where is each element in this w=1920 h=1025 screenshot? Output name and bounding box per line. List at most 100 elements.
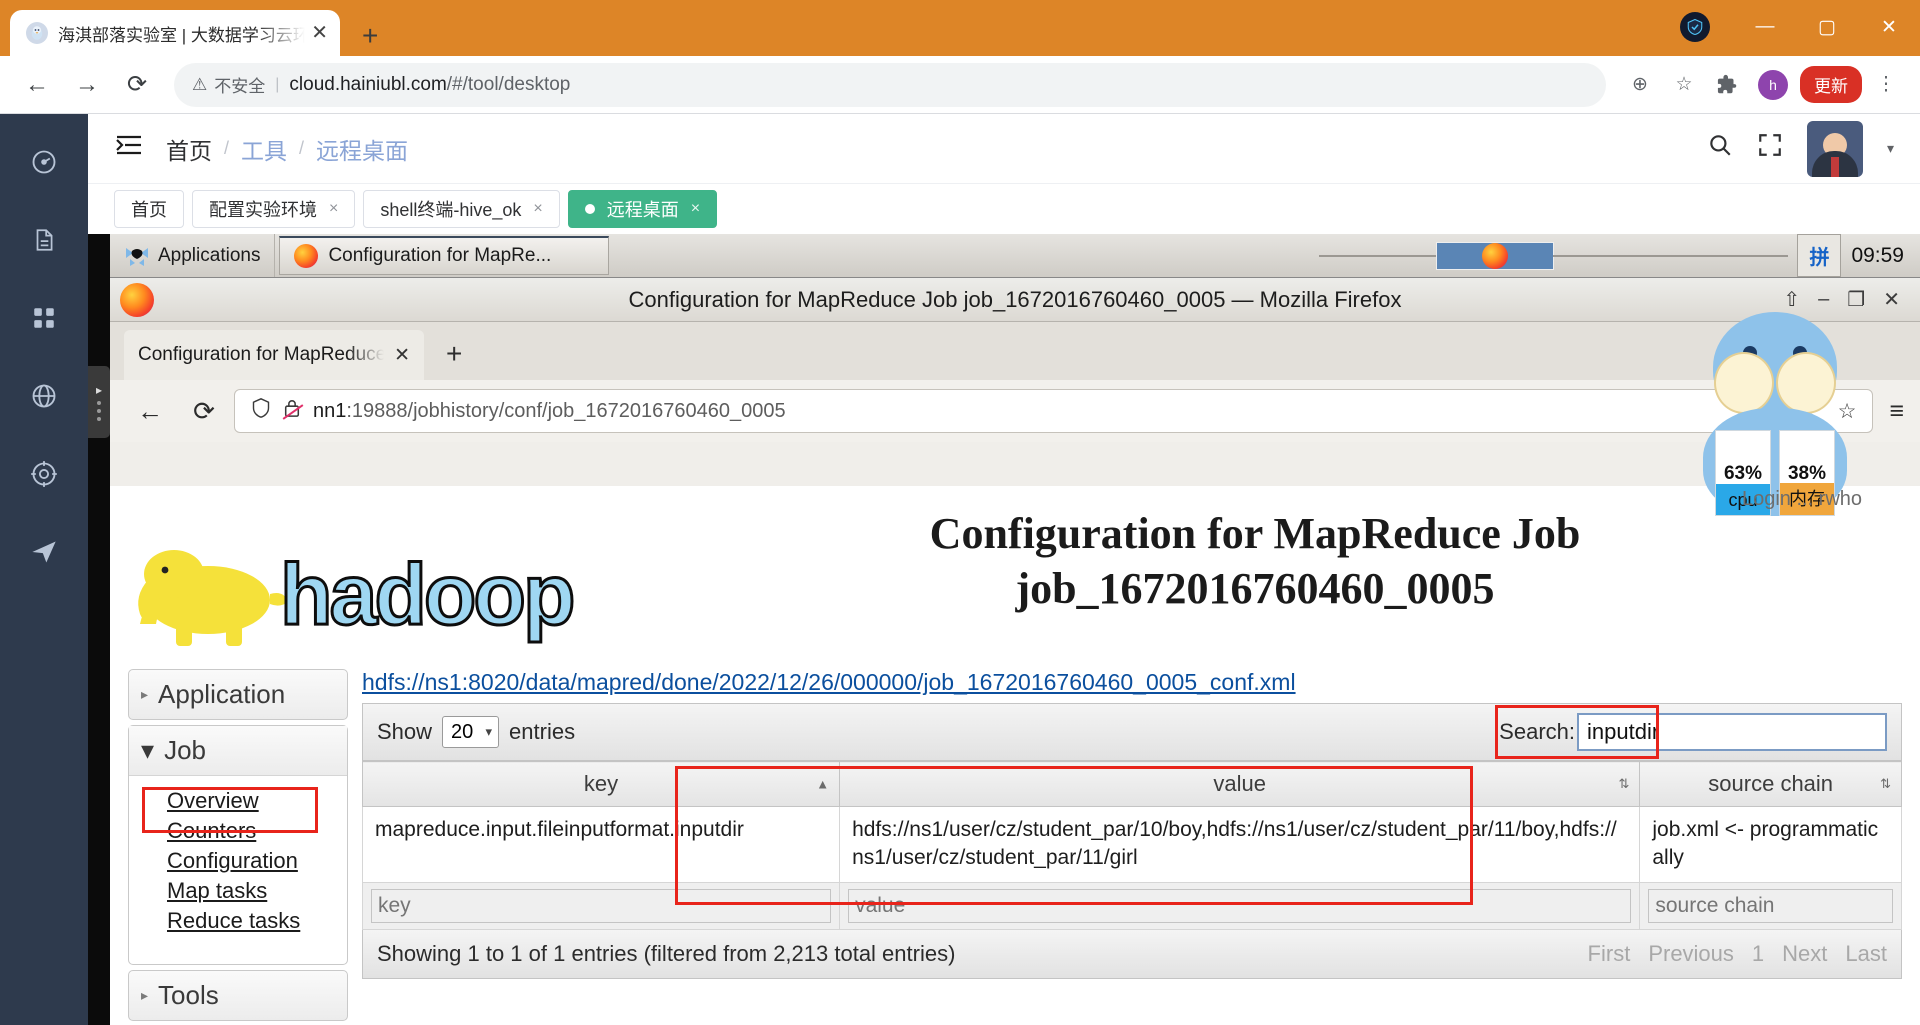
column-header-key[interactable]: key ▲ xyxy=(361,761,841,807)
search-icon[interactable] xyxy=(1707,132,1733,165)
avatar[interactable] xyxy=(1806,120,1863,177)
sidebar-item-send[interactable] xyxy=(22,530,66,574)
grip-dot xyxy=(97,401,101,405)
nav-link-counters[interactable]: Counters xyxy=(167,818,256,844)
breadcrumb-tools[interactable]: 工具 xyxy=(241,132,287,166)
shield-icon xyxy=(251,397,271,425)
pagination-page-1[interactable]: 1 xyxy=(1752,941,1764,967)
filter-input-source-chain[interactable] xyxy=(1648,888,1893,923)
sidebar-item-apps[interactable] xyxy=(22,296,66,340)
firefox-address-bar[interactable]: nn1:19888/jobhistory/conf/job_1672016760… xyxy=(234,389,1874,433)
firefox-back-button[interactable]: ← xyxy=(126,387,174,435)
shade-button[interactable]: ⇧ xyxy=(1783,287,1800,312)
column-header-source-chain[interactable]: source chain ⇅ xyxy=(1639,761,1902,807)
sidebar-item-target[interactable] xyxy=(22,452,66,496)
tab-shell-terminal-hive[interactable]: shell终端-hive_ok × xyxy=(363,190,560,228)
maximize-button[interactable]: ▢ xyxy=(1796,4,1858,50)
zoom-icon[interactable]: ⊕ xyxy=(1620,65,1660,105)
maximize-button[interactable]: ❐ xyxy=(1847,287,1865,312)
bookmark-star-icon[interactable]: ☆ xyxy=(1664,65,1704,105)
lock-crossed-icon xyxy=(283,398,301,424)
minimize-button[interactable]: – xyxy=(1818,288,1829,311)
extensions-icon[interactable] xyxy=(1708,65,1748,105)
active-tab-dot-icon xyxy=(584,204,595,214)
firefox-window-controls: ⇧ – ❐ ✕ xyxy=(1783,287,1910,312)
conf-xml-link[interactable]: hdfs://ns1:8020/data/mapred/done/2022/12… xyxy=(362,669,1902,696)
firefox-menu-icon[interactable]: ≡ xyxy=(1889,397,1904,426)
tab-label: 远程桌面 xyxy=(606,200,679,220)
firefox-tab[interactable]: Configuration for MapReduce Jo ✕ xyxy=(124,330,424,380)
filter-input-key[interactable] xyxy=(371,888,832,923)
tab-remote-desktop[interactable]: 远程桌面 × xyxy=(567,190,718,228)
reload-button[interactable]: ⟳ xyxy=(114,62,160,108)
workspace-2-active[interactable] xyxy=(1436,241,1555,270)
chevron-right-icon: ▸ xyxy=(141,686,149,702)
nav-section-application[interactable]: ▸ Application xyxy=(128,669,348,720)
breadcrumb-remote-desktop[interactable]: 远程桌面 xyxy=(316,132,408,166)
nav-section-label: Application xyxy=(158,679,286,709)
tab-home[interactable]: 首页 xyxy=(114,190,184,228)
fullscreen-icon[interactable] xyxy=(1757,132,1783,165)
applications-menu-button[interactable]: Applications xyxy=(110,234,276,277)
pagination-previous[interactable]: Previous xyxy=(1648,941,1734,967)
sidebar-item-documents[interactable] xyxy=(22,218,66,262)
filter-input-value[interactable] xyxy=(848,888,1632,923)
workspace-3[interactable] xyxy=(1553,254,1672,257)
not-secure-indicator[interactable]: ⚠ 不安全 xyxy=(192,72,265,97)
url-path: /#/tool/desktop xyxy=(446,73,571,95)
chrome-menu-icon[interactable]: ⋮ xyxy=(1866,65,1906,105)
menu-collapse-icon[interactable] xyxy=(114,133,144,164)
ime-indicator[interactable]: 拼 xyxy=(1797,234,1842,277)
close-button[interactable]: ✕ xyxy=(1883,287,1900,312)
nav-link-overview[interactable]: Overview xyxy=(167,788,259,814)
chrome-browser-tab[interactable]: 海淇部落实验室 | 大数据学习云环 ✕ xyxy=(10,10,340,56)
sidebar-item-dashboard[interactable] xyxy=(22,140,66,184)
back-button[interactable]: ← xyxy=(14,62,60,108)
workspace-1[interactable] xyxy=(1319,254,1438,257)
tab-close-icon[interactable]: × xyxy=(533,200,542,218)
bookmark-star-icon[interactable]: ☆ xyxy=(1838,399,1857,424)
pagination-last[interactable]: Last xyxy=(1845,941,1887,967)
nav-link-map-tasks[interactable]: Map tasks xyxy=(167,878,267,904)
page-tab-strip: 首页 配置实验环境 × shell终端-hive_ok × 远程桌面 × xyxy=(88,184,1920,234)
cell-source-chain: job.xml <- programmatically xyxy=(1639,806,1902,883)
xfce-panel: Applications Configuration for MapRe... xyxy=(110,234,1920,278)
sidebar-item-globe[interactable] xyxy=(22,374,66,418)
pagination-first[interactable]: First xyxy=(1588,941,1631,967)
forward-button[interactable]: → xyxy=(64,62,110,108)
nav-link-configuration[interactable]: Configuration xyxy=(167,848,298,874)
search-control: Search: xyxy=(1495,705,1887,759)
vnc-control-bar-handle[interactable]: ▸ xyxy=(88,366,110,438)
close-icon[interactable]: ✕ xyxy=(394,344,410,367)
tab-close-icon[interactable]: × xyxy=(329,200,338,218)
close-icon[interactable]: ✕ xyxy=(311,23,328,43)
profile-avatar[interactable]: h xyxy=(1758,69,1788,100)
panel-spacer xyxy=(609,234,1319,277)
nav-section-tools[interactable]: ▸ Tools xyxy=(128,970,348,1021)
tab-close-icon[interactable]: × xyxy=(691,200,700,218)
profile-badge-icon[interactable] xyxy=(1680,12,1710,42)
close-window-button[interactable]: ✕ xyxy=(1858,4,1920,50)
pagination: First Previous 1 Next Last xyxy=(1588,941,1887,967)
pagination-next[interactable]: Next xyxy=(1782,941,1827,967)
update-button[interactable]: 更新 xyxy=(1800,66,1862,103)
column-label: value xyxy=(1213,771,1267,796)
firefox-icon xyxy=(294,244,319,268)
tab-configure-lab-env[interactable]: 配置实验环境 × xyxy=(192,190,356,228)
firefox-icon xyxy=(1482,242,1509,269)
new-tab-button[interactable]: + xyxy=(362,22,378,50)
filter-cell-key xyxy=(361,881,841,930)
minimize-button[interactable]: — xyxy=(1734,4,1796,50)
firefox-reload-button[interactable]: ⟳ xyxy=(180,387,228,435)
nav-link-reduce-tasks[interactable]: Reduce tasks xyxy=(167,908,300,934)
firefox-new-tab-button[interactable]: + xyxy=(446,338,462,370)
chevron-down-icon[interactable]: ▾ xyxy=(1887,140,1894,157)
page-size-select[interactable]: 20 xyxy=(442,716,500,748)
nav-section-job-header[interactable]: ▾ Job xyxy=(129,726,347,776)
search-input[interactable] xyxy=(1577,713,1887,751)
column-header-value[interactable]: value ⇅ xyxy=(839,761,1641,807)
breadcrumb-home[interactable]: 首页 xyxy=(166,132,212,166)
address-bar[interactable]: ⚠ 不安全 | cloud.hainiubl.com/#/tool/deskto… xyxy=(174,62,1606,107)
workspace-4[interactable] xyxy=(1670,254,1789,257)
taskbar-window-button[interactable]: Configuration for MapRe... xyxy=(279,236,610,275)
